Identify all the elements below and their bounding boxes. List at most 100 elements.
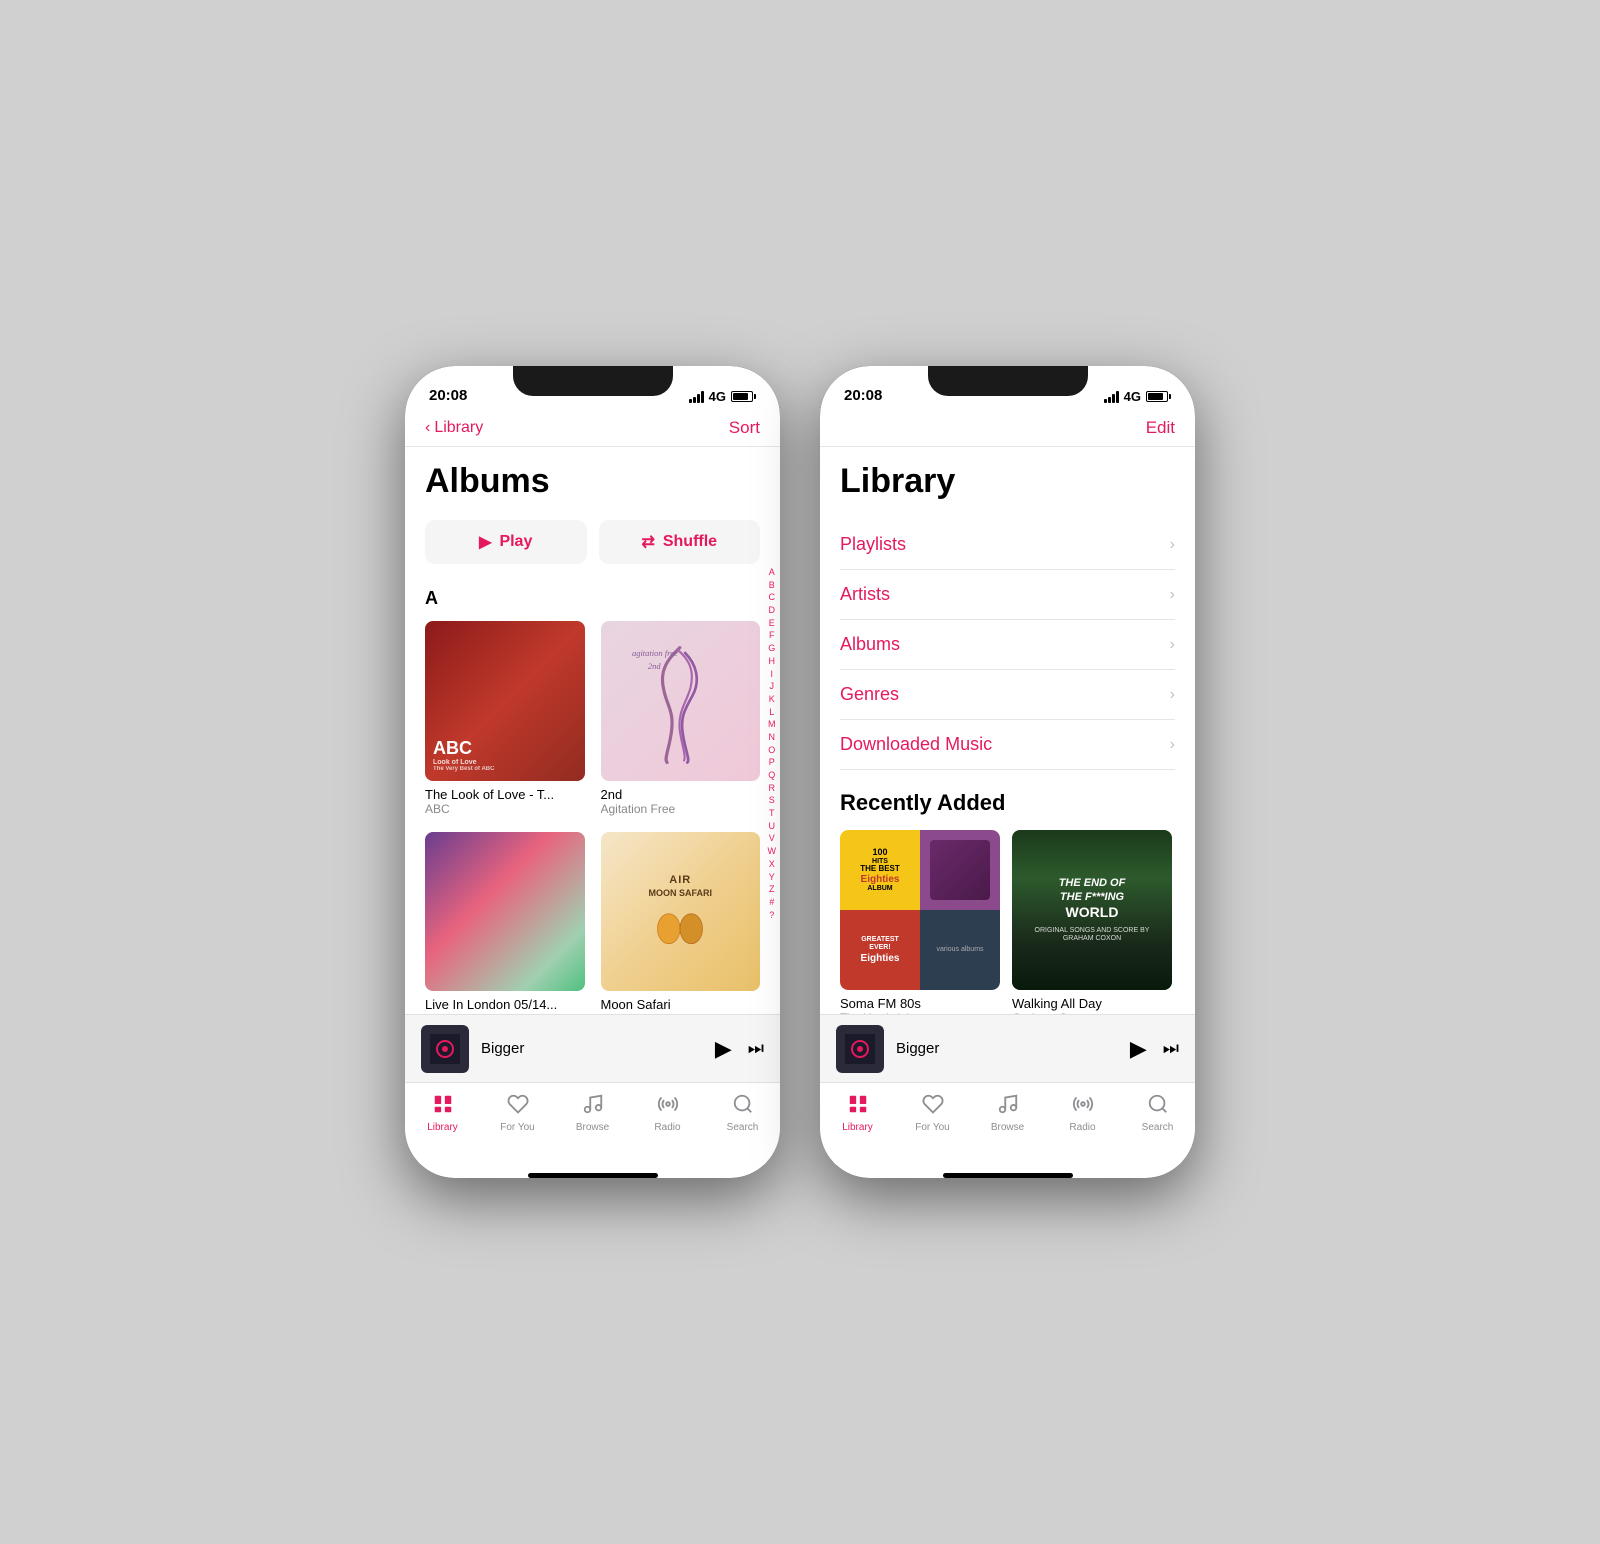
play-icon: ▶: [479, 532, 491, 552]
tab-foryou-1[interactable]: For You: [480, 1093, 555, 1133]
library-icon-1: [432, 1093, 454, 1119]
library-item-playlists[interactable]: Playlists ›: [840, 520, 1175, 570]
album-artist-agitation: Agitation Free: [601, 802, 761, 816]
album-art-aidan: [425, 832, 585, 992]
network-label-2: 4G: [1124, 389, 1141, 404]
battery-icon: [731, 391, 756, 402]
shuffle-button[interactable]: ⇄ Shuffle: [599, 520, 761, 564]
album-item-moon[interactable]: AIR MOON SAFARI Moon Safari Air: [601, 832, 761, 1014]
library-item-downloaded[interactable]: Downloaded Music ›: [840, 720, 1175, 770]
nav-bar-2: Edit: [820, 410, 1195, 447]
recent-name-soma: Soma FM 80s: [840, 996, 1000, 1011]
album-artist-aidan: Aidan Baker: [425, 1012, 585, 1014]
phone-2: 20:08 4G Edit: [820, 366, 1195, 1178]
recent-item-soma[interactable]: 100 HITS THE BEST Eighties ALBUM: [840, 830, 1000, 1014]
tab-bar-1: Library For You Browse Radio: [405, 1082, 780, 1165]
tab-library-2[interactable]: Library: [820, 1093, 895, 1133]
np-controls-1: ▶ ⏭: [715, 1036, 764, 1062]
browse-icon-1: [582, 1093, 604, 1119]
status-time-1: 20:08: [429, 387, 467, 404]
recent-item-walking[interactable]: THE END OF THE F***ING WORLD ORIGINAL SO…: [1012, 830, 1172, 1014]
library-item-albums[interactable]: Albums ›: [840, 620, 1175, 670]
album-artist-moon: Air: [601, 1012, 761, 1014]
recent-art-soma: 100 HITS THE BEST Eighties ALBUM: [840, 830, 1000, 990]
artists-label: Artists: [840, 584, 890, 605]
status-time-2: 20:08: [844, 387, 882, 404]
tab-search-2[interactable]: Search: [1120, 1093, 1195, 1133]
album-item-agitation[interactable]: agitation free 2nd 2nd Agitation Free: [601, 621, 761, 816]
action-buttons: ▶ Play ⇄ Shuffle: [425, 520, 760, 564]
status-icons-2: 4G: [1104, 389, 1171, 404]
now-playing-thumb-1: [421, 1025, 469, 1073]
svg-text:2nd: 2nd: [648, 661, 662, 671]
browse-icon-2: [997, 1093, 1019, 1119]
album-art-abc: ABC Look of Love The Very Best of ABC: [425, 621, 585, 781]
edit-button[interactable]: Edit: [1146, 418, 1175, 438]
album-name-moon: Moon Safari: [601, 997, 761, 1012]
home-indicator-1: [528, 1173, 658, 1178]
nav-bar-1: ‹ Library Sort: [405, 410, 780, 447]
album-art-agitation: agitation free 2nd: [601, 621, 761, 781]
tab-label-foryou-2: For You: [915, 1122, 949, 1133]
skip-forward-button-1[interactable]: ⏭: [748, 1038, 764, 1059]
tab-search-1[interactable]: Search: [705, 1093, 780, 1133]
page-title-1: Albums: [425, 463, 760, 500]
back-button[interactable]: ‹ Library: [425, 419, 483, 437]
downloaded-chevron-icon: ›: [1170, 736, 1175, 754]
radio-icon-1: [657, 1093, 679, 1119]
tab-browse-1[interactable]: Browse: [555, 1093, 630, 1133]
svg-text:agitation free: agitation free: [632, 648, 678, 658]
skip-forward-button-2[interactable]: ⏭: [1163, 1038, 1179, 1059]
tab-foryou-2[interactable]: For You: [895, 1093, 970, 1133]
home-indicator-2: [943, 1173, 1073, 1178]
tab-library-1[interactable]: Library: [405, 1093, 480, 1133]
play-pause-button-2[interactable]: ▶: [1130, 1036, 1147, 1062]
now-playing-thumb-2: [836, 1025, 884, 1073]
recently-added-title: Recently Added: [840, 790, 1175, 816]
signal-icon-2: [1104, 391, 1119, 403]
sort-button[interactable]: Sort: [729, 418, 760, 438]
tab-radio-2[interactable]: Radio: [1045, 1093, 1120, 1133]
album-grid: ABC Look of Love The Very Best of ABC Th…: [425, 621, 760, 1014]
notch: [513, 366, 673, 396]
now-playing-bar-2[interactable]: Bigger ▶ ⏭: [820, 1014, 1195, 1082]
album-item-aidan[interactable]: Live In London 05/14... Aidan Baker: [425, 832, 585, 1014]
tab-label-browse-2: Browse: [991, 1122, 1024, 1133]
alphabet-index[interactable]: A B C D E F G H I J K L M N O P Q R S T: [768, 567, 777, 921]
search-icon-1: [732, 1093, 754, 1119]
albums-content: A B C D E F G H I J K L M N O P Q R S T: [405, 447, 780, 1014]
tab-label-radio-1: Radio: [654, 1122, 680, 1133]
library-item-artists[interactable]: Artists ›: [840, 570, 1175, 620]
page-title-2: Library: [840, 463, 1175, 500]
album-art-moon: AIR MOON SAFARI: [601, 832, 761, 992]
status-icons-1: 4G: [689, 389, 756, 404]
library-icon-2: [847, 1093, 869, 1119]
recent-art-walking: THE END OF THE F***ING WORLD ORIGINAL SO…: [1012, 830, 1172, 990]
tab-label-radio-2: Radio: [1069, 1122, 1095, 1133]
back-label: Library: [434, 419, 483, 437]
play-button[interactable]: ▶ Play: [425, 520, 587, 564]
playlists-chevron-icon: ›: [1170, 536, 1175, 554]
album-item-abc[interactable]: ABC Look of Love The Very Best of ABC Th…: [425, 621, 585, 816]
shuffle-icon: ⇄: [641, 532, 654, 552]
artists-chevron-icon: ›: [1170, 586, 1175, 604]
now-playing-bar-1[interactable]: Bigger ▶ ⏭: [405, 1014, 780, 1082]
np-controls-2: ▶ ⏭: [1130, 1036, 1179, 1062]
tab-label-browse-1: Browse: [576, 1122, 609, 1133]
screen-1: 20:08 4G ‹ Li: [405, 366, 780, 1178]
album-artist-abc: ABC: [425, 802, 585, 816]
album-name-agitation: 2nd: [601, 787, 761, 802]
albums-chevron-icon: ›: [1170, 636, 1175, 654]
recently-added-grid: 100 HITS THE BEST Eighties ALBUM: [840, 830, 1175, 1014]
network-label: 4G: [709, 389, 726, 404]
foryou-icon-1: [507, 1093, 529, 1119]
now-playing-title-1: Bigger: [481, 1040, 703, 1057]
section-a-label: A: [425, 588, 760, 609]
play-pause-button-1[interactable]: ▶: [715, 1036, 732, 1062]
genres-chevron-icon: ›: [1170, 686, 1175, 704]
library-item-genres[interactable]: Genres ›: [840, 670, 1175, 720]
tab-browse-2[interactable]: Browse: [970, 1093, 1045, 1133]
recent-name-walking: Walking All Day: [1012, 996, 1172, 1011]
downloaded-label: Downloaded Music: [840, 734, 992, 755]
tab-radio-1[interactable]: Radio: [630, 1093, 705, 1133]
